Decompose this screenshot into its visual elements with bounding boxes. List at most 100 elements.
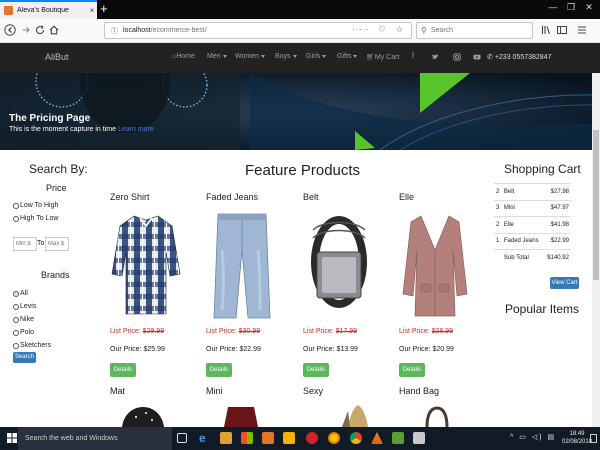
- edge-browser-icon[interactable]: e: [199, 432, 211, 444]
- product-image-sexy[interactable]: [338, 403, 378, 427]
- details-button[interactable]: Details: [303, 363, 329, 377]
- nav-gifts[interactable]: Gifts: [337, 53, 358, 60]
- price-option-high-low[interactable]: High To Low: [13, 215, 58, 222]
- site-navbar: AliBut ⌂Home Men Women Boys Girls Gifts …: [0, 43, 600, 73]
- radio-button[interactable]: [13, 316, 19, 323]
- browser-search-box[interactable]: ⚲: [416, 22, 533, 39]
- max-price-input[interactable]: [45, 237, 69, 251]
- page-actions-icon[interactable]: ··· ♡ ☆: [352, 25, 407, 34]
- product-name[interactable]: Mat: [110, 386, 125, 396]
- list-price: List Price: $30.99: [206, 328, 261, 335]
- nav-phone[interactable]: ✆ +233 0557382847: [487, 53, 551, 61]
- product-image-mat[interactable]: [118, 405, 168, 427]
- radio-button[interactable]: [13, 303, 19, 310]
- library-icon[interactable]: [540, 24, 552, 36]
- instagram-icon[interactable]: [453, 53, 461, 61]
- xampp-icon[interactable]: [262, 432, 274, 444]
- nav-girls[interactable]: Girls: [306, 53, 327, 60]
- new-tab-button[interactable]: +: [100, 1, 108, 17]
- product-image-cardigan[interactable]: [399, 210, 471, 322]
- details-button[interactable]: Details: [206, 363, 232, 377]
- brand-option-polo[interactable]: Polo: [13, 329, 34, 336]
- notifications-icon[interactable]: [590, 434, 597, 443]
- scrollbar-thumb[interactable]: [593, 130, 599, 280]
- sidebar-icon[interactable]: [556, 24, 568, 36]
- close-window-icon[interactable]: ✕: [582, 2, 596, 13]
- details-button[interactable]: Details: [399, 363, 425, 377]
- back-icon[interactable]: [4, 24, 16, 36]
- opera-icon[interactable]: [306, 432, 318, 444]
- browser-nav-bar: ⓘ localhost /ecommerce-best/ ··· ♡ ☆ ⚲: [0, 19, 600, 43]
- product-name[interactable]: Sexy: [303, 386, 323, 396]
- cart-icon: 🛒︎: [366, 54, 375, 61]
- hero-background-image: [0, 73, 600, 150]
- nav-my-cart[interactable]: 🛒︎My Cart: [366, 53, 399, 61]
- forward-icon[interactable]: [20, 24, 32, 36]
- brand-option-all[interactable]: All: [13, 290, 28, 297]
- radio-button[interactable]: [13, 202, 19, 209]
- radio-button[interactable]: [13, 342, 19, 349]
- browser-search-input[interactable]: [430, 27, 526, 34]
- youtube-icon[interactable]: [473, 53, 481, 61]
- hero-title: The Pricing Page: [9, 113, 91, 124]
- reload-icon[interactable]: [34, 24, 46, 36]
- product-image-hand-bag[interactable]: [415, 406, 459, 427]
- hero-subtitle: This is the moment capture in time Learn…: [9, 126, 154, 133]
- nav-women[interactable]: Women: [235, 53, 265, 60]
- min-price-input[interactable]: [13, 237, 37, 251]
- filter-search-button[interactable]: Search: [13, 352, 36, 363]
- radio-button[interactable]: [13, 329, 19, 336]
- radio-button[interactable]: [13, 215, 19, 222]
- app-icon[interactable]: [413, 432, 425, 444]
- nav-home[interactable]: ⌂Home: [172, 53, 195, 60]
- browser-tab[interactable]: Aleva's Boutique ×: [0, 0, 97, 19]
- minimize-icon[interactable]: —: [546, 2, 560, 12]
- product-image-shirt[interactable]: [110, 210, 182, 322]
- site-info-icon[interactable]: ⓘ: [111, 26, 118, 36]
- price-to-label: To: [37, 240, 45, 247]
- product-name[interactable]: Elle: [399, 192, 414, 202]
- our-price: Our Price: $22.99: [206, 346, 261, 353]
- system-tray-icons[interactable]: ^ ▭ ◁) ▤: [510, 433, 556, 441]
- product-name[interactable]: Belt: [303, 192, 319, 202]
- taskbar-search-box[interactable]: Search the web and Windows: [18, 427, 172, 450]
- site-brand[interactable]: AliBut: [45, 52, 69, 62]
- chrome-icon[interactable]: [350, 432, 362, 444]
- product-image-mini[interactable]: [218, 405, 264, 427]
- notepad-icon[interactable]: [392, 432, 404, 444]
- radio-button-selected[interactable]: [13, 290, 19, 297]
- product-image-jeans[interactable]: [206, 210, 278, 322]
- caret-down-icon: [261, 54, 265, 58]
- details-button[interactable]: Details: [110, 363, 136, 377]
- brand-option-nike[interactable]: Nike: [13, 316, 34, 323]
- nav-boys[interactable]: Boys: [275, 53, 297, 60]
- address-bar[interactable]: ⓘ localhost /ecommerce-best/ ··· ♡ ☆: [104, 22, 412, 39]
- maximize-icon[interactable]: ❐: [564, 2, 578, 13]
- folder-icon[interactable]: [283, 432, 295, 444]
- price-option-low-high[interactable]: Low To High: [13, 202, 58, 209]
- vlc-icon[interactable]: [371, 432, 383, 444]
- home-icon[interactable]: [48, 24, 60, 36]
- tab-close-icon[interactable]: ×: [87, 6, 97, 15]
- store-icon[interactable]: [241, 432, 253, 444]
- task-view-icon[interactable]: [177, 433, 187, 443]
- product-image-belt[interactable]: [303, 210, 375, 322]
- view-cart-button[interactable]: View Cart: [550, 277, 579, 289]
- product-name[interactable]: Mini: [206, 386, 223, 396]
- hero-learn-more-link[interactable]: Learn more: [118, 126, 154, 133]
- facebook-icon[interactable]: f: [412, 53, 414, 60]
- windows-start-icon[interactable]: [7, 433, 17, 443]
- taskbar-clock[interactable]: 18:49 02/08/2018: [562, 430, 592, 446]
- product-name[interactable]: Zero Shirt: [110, 192, 150, 202]
- product-name[interactable]: Hand Bag: [399, 386, 439, 396]
- nav-men[interactable]: Men: [207, 53, 227, 60]
- product-name[interactable]: Faded Jeans: [206, 192, 258, 202]
- brand-option-levis[interactable]: Levis: [13, 303, 36, 310]
- menu-icon[interactable]: [576, 24, 588, 36]
- firefox-icon[interactable]: [328, 432, 340, 444]
- file-explorer-icon[interactable]: [220, 432, 232, 444]
- twitter-icon[interactable]: [431, 53, 439, 61]
- caret-down-icon: [353, 54, 358, 58]
- table-row: 3 Mini $47.97: [494, 199, 571, 217]
- brand-option-sketchers[interactable]: Sketchers: [13, 342, 51, 349]
